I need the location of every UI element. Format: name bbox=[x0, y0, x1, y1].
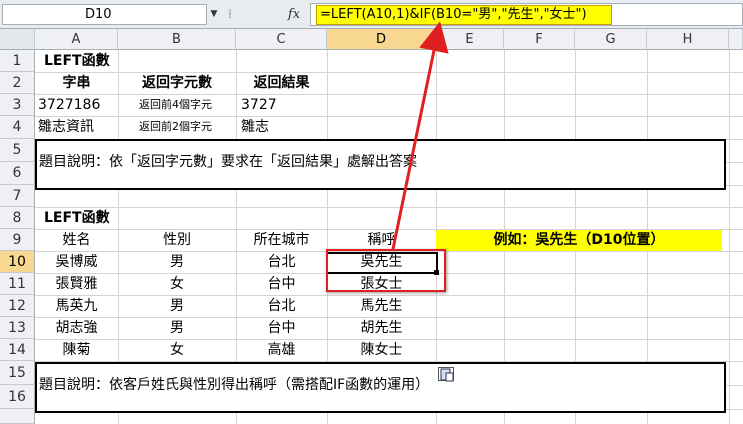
annotation-arrow bbox=[391, 21, 449, 250]
annotation-arrow-line bbox=[391, 21, 449, 250]
paste-options-icon[interactable] bbox=[438, 367, 454, 382]
clipboard-icon bbox=[440, 368, 454, 382]
